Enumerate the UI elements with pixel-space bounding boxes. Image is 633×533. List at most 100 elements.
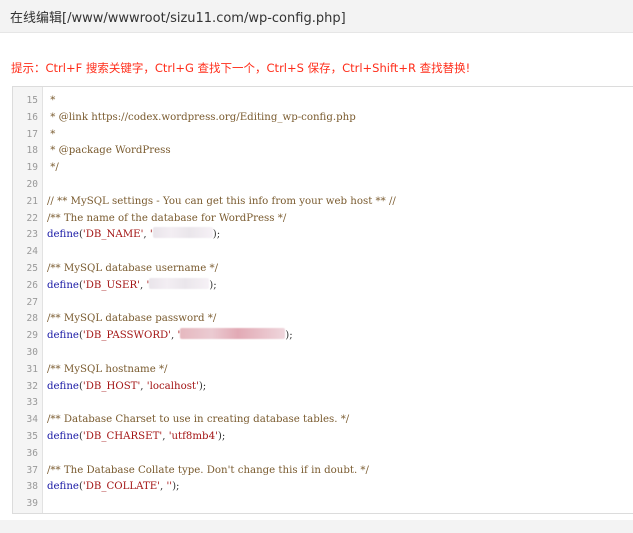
code-line[interactable]: 36 xyxy=(13,446,633,463)
code-text: */ xyxy=(47,160,59,177)
line-number: 17 xyxy=(26,128,38,140)
code-line[interactable]: 24 xyxy=(13,244,633,261)
code-line[interactable]: 30 xyxy=(13,345,633,362)
line-number: 26 xyxy=(26,279,38,291)
code-line[interactable]: 21 // ** MySQL settings - You can get thi… xyxy=(13,194,633,211)
code-line[interactable]: 17 * xyxy=(13,127,633,144)
code-line[interactable]: 23 define('DB_NAME', '); xyxy=(13,227,633,244)
code-text: * @package WordPress xyxy=(47,143,171,160)
code-line[interactable]: 31 /** MySQL hostname */ xyxy=(13,362,633,379)
line-number: 16 xyxy=(26,111,38,123)
code-line[interactable]: 37 /** The Database Collate type. Don't c… xyxy=(13,463,633,480)
line-number: 24 xyxy=(26,246,38,258)
code-token: */ xyxy=(47,162,59,174)
code-line[interactable]: 25 /** MySQL database username */ xyxy=(13,261,633,278)
code-token: define xyxy=(47,481,79,493)
code-token: // ** MySQL settings - You can get this … xyxy=(47,195,396,207)
code-text: * xyxy=(47,127,55,144)
code-token: define xyxy=(47,430,79,442)
code-text: define('DB_CHARSET', 'utf8mb4'); xyxy=(47,429,225,446)
code-line[interactable]: 26 define('DB_USER', '); xyxy=(13,277,633,295)
line-number: 18 xyxy=(26,145,38,157)
code-text: /** The name of the database for WordPre… xyxy=(47,211,286,228)
code-line[interactable]: 19 */ xyxy=(13,160,633,177)
code-text: /** Database Charset to use in creating … xyxy=(47,412,349,429)
code-line[interactable]: 27 xyxy=(13,295,633,312)
shortcut-hint: 提示：Ctrl+F 搜索关键字，Ctrl+G 查找下一个，Ctrl+S 保存，C… xyxy=(11,61,471,75)
code-lines[interactable]: 15 * 16 * @link https://codex.wordpress.o… xyxy=(13,93,633,513)
code-text: // ** MySQL settings - You can get this … xyxy=(47,194,396,211)
line-number: 32 xyxy=(26,380,38,392)
line-number: 35 xyxy=(26,430,38,442)
code-token: define xyxy=(47,279,79,291)
line-number: 29 xyxy=(26,330,38,342)
code-token: define xyxy=(47,380,79,392)
line-number: 19 xyxy=(26,162,38,174)
redacted-value xyxy=(180,328,286,340)
code-token: 'localhost' xyxy=(146,380,199,392)
code-line[interactable]: 39 xyxy=(13,496,633,513)
code-line[interactable]: 32 define('DB_HOST', 'localhost'); xyxy=(13,379,633,396)
code-token: define xyxy=(47,229,79,241)
line-number: 22 xyxy=(26,212,38,224)
code-text: /** MySQL database username */ xyxy=(47,261,218,278)
line-number: 30 xyxy=(26,346,38,358)
code-line[interactable]: 33 xyxy=(13,395,633,412)
code-line[interactable]: 15 * xyxy=(13,93,633,110)
code-token: ); xyxy=(172,481,180,493)
code-token: ); xyxy=(217,430,226,442)
code-text: * xyxy=(47,93,55,110)
line-number: 39 xyxy=(26,498,38,510)
line-number: 37 xyxy=(26,464,38,476)
code-line[interactable]: 18 * @package WordPress xyxy=(13,143,633,160)
code-text: * @link https://codex.wordpress.org/Edit… xyxy=(47,110,356,127)
code-text: define('DB_NAME', '); xyxy=(47,227,220,244)
code-line[interactable]: 34 /** Database Charset to use in creatin… xyxy=(13,412,633,429)
code-token: 'DB_HOST' xyxy=(82,380,141,392)
code-line[interactable]: 29 define('DB_PASSWORD', '); xyxy=(13,328,633,345)
code-token: 'DB_CHARSET' xyxy=(82,430,163,442)
code-text: define('DB_USER', '); xyxy=(47,277,217,295)
line-number: 25 xyxy=(26,262,38,274)
line-number: 34 xyxy=(26,414,38,426)
code-token: define xyxy=(47,330,79,342)
code-token: /** The Database Collate type. Don't cha… xyxy=(47,464,369,476)
line-number: 31 xyxy=(26,363,38,375)
bottom-bar xyxy=(0,520,633,533)
code-line[interactable]: 28 /** MySQL database password */ xyxy=(13,311,633,328)
code-token: 'DB_COLLATE' xyxy=(82,481,160,493)
code-text: /** The Database Collate type. Don't cha… xyxy=(47,463,369,480)
code-text: define('DB_HOST', 'localhost'); xyxy=(47,379,206,396)
code-token: /** MySQL database password */ xyxy=(47,313,217,325)
code-line[interactable]: 38 define('DB_COLLATE', ''); xyxy=(13,479,633,496)
code-token: * xyxy=(47,95,56,106)
code-text: define('DB_PASSWORD', '); xyxy=(47,328,293,345)
code-text: /** MySQL hostname */ xyxy=(47,362,167,379)
code-token: ); xyxy=(209,279,217,291)
code-token: /** MySQL hostname */ xyxy=(47,363,168,375)
code-token: /** The name of the database for WordPre… xyxy=(47,212,287,224)
code-token: * xyxy=(47,128,56,140)
line-number: 20 xyxy=(26,178,38,190)
code-token: ); xyxy=(285,330,293,342)
editor-title-bar: 在线编辑[/www/wwwroot/sizu11.com/wp-config.p… xyxy=(0,0,633,33)
line-number: 27 xyxy=(26,296,38,308)
code-token: ); xyxy=(198,380,207,392)
code-line[interactable]: 35 define('DB_CHARSET', 'utf8mb4'); xyxy=(13,429,633,446)
code-line[interactable]: 20 xyxy=(13,177,633,194)
code-text: define('DB_COLLATE', ''); xyxy=(47,479,180,496)
code-token: 'utf8mb4' xyxy=(168,430,218,442)
code-token: * @package WordPress xyxy=(47,145,171,157)
code-token: 'DB_PASSWORD' xyxy=(82,330,171,342)
redacted-value xyxy=(152,227,213,239)
code-token: /** Database Charset to use in creating … xyxy=(47,414,350,426)
line-number: 33 xyxy=(26,397,38,409)
editor-title: 在线编辑[/www/wwwroot/sizu11.com/wp-config.p… xyxy=(10,11,346,26)
code-token: /** MySQL database username */ xyxy=(47,262,219,274)
line-number: 36 xyxy=(26,447,38,459)
code-editor[interactable]: 15 * 16 * @link https://codex.wordpress.o… xyxy=(12,86,633,514)
code-line[interactable]: 16 * @link https://codex.wordpress.org/E… xyxy=(13,110,633,127)
redacted-value xyxy=(149,277,210,289)
code-line[interactable]: 22 /** The name of the database for WordP… xyxy=(13,211,633,228)
code-token: 'DB_NAME' xyxy=(82,229,144,241)
